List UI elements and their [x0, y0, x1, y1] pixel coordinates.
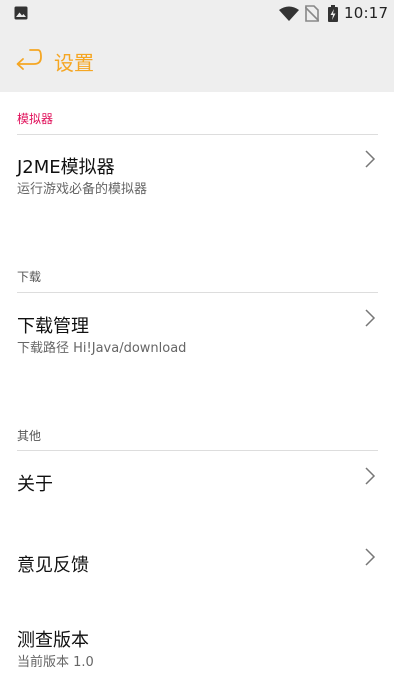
wifi-icon	[279, 6, 299, 21]
chevron-right-icon	[365, 309, 376, 327]
no-sim-icon	[305, 5, 319, 22]
item-subtitle: 运行游戏必备的模拟器	[17, 182, 148, 197]
item-title: 下载管理	[17, 316, 89, 337]
item-subtitle: 下载路径 Hi!Java/download	[17, 341, 187, 356]
photo-icon	[14, 6, 28, 20]
section-header-emulator: 模拟器	[17, 112, 54, 126]
settings-item-about[interactable]: 关于	[0, 451, 394, 521]
back-arrow-icon[interactable]	[14, 47, 42, 73]
status-time: 10:17	[344, 4, 389, 22]
page-title: 设置	[54, 51, 94, 75]
status-bar: 10:17	[0, 0, 394, 26]
chevron-right-icon	[365, 548, 376, 566]
chevron-right-icon	[365, 467, 376, 485]
chevron-right-icon	[365, 150, 376, 168]
section-header-other: 其他	[17, 429, 42, 443]
app-bar: 设置	[0, 26, 394, 92]
settings-item-version[interactable]: 测查版本 当前版本 1.0	[0, 611, 394, 691]
item-subtitle: 当前版本 1.0	[17, 655, 94, 670]
settings-item-feedback[interactable]: 意见反馈	[0, 531, 394, 601]
item-title: 关于	[17, 474, 53, 495]
section-header-download: 下载	[17, 270, 42, 284]
battery-icon	[328, 5, 338, 22]
settings-item-download-manager[interactable]: 下载管理 下载路径 Hi!Java/download	[0, 293, 394, 373]
item-title: 测查版本	[17, 630, 89, 651]
item-title: 意见反馈	[17, 555, 89, 576]
settings-item-j2me-emulator[interactable]: J2ME模拟器 运行游戏必备的模拟器	[0, 135, 394, 215]
item-title: J2ME模拟器	[17, 157, 115, 178]
